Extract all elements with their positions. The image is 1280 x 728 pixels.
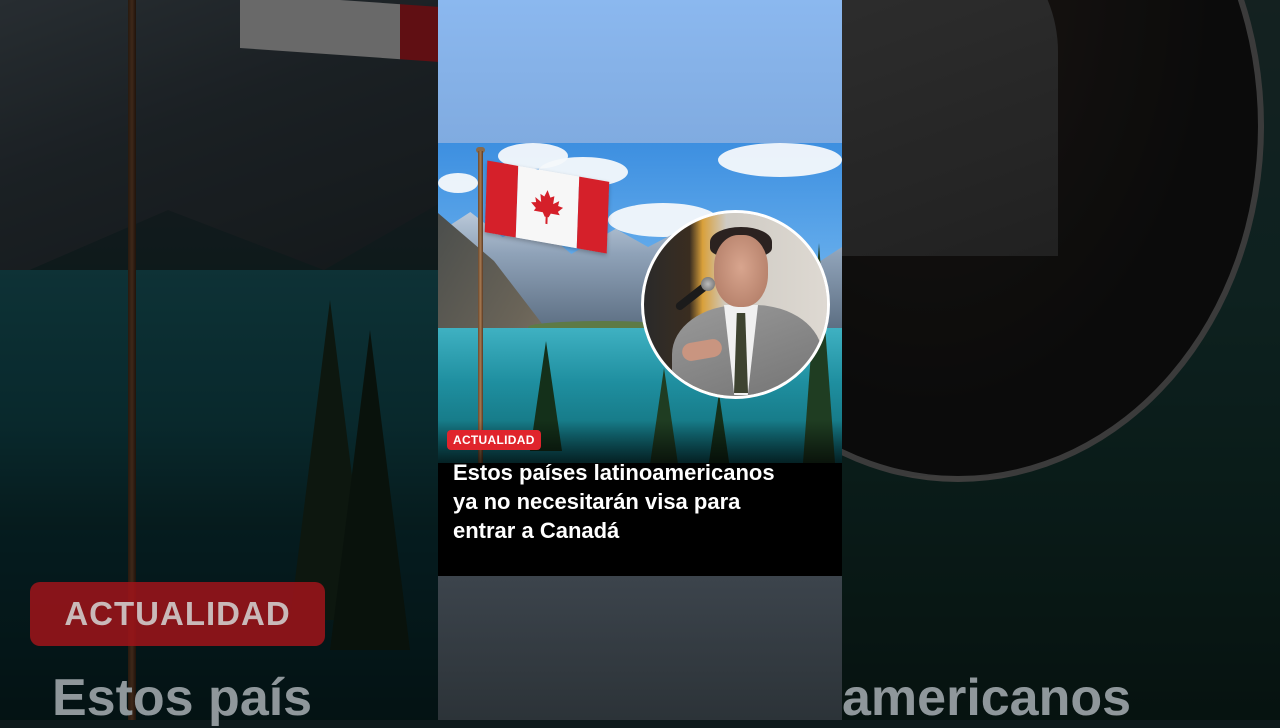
headline-line: Estos países latinoamericanos — [453, 460, 775, 485]
headline-line: entrar a Canadá — [453, 518, 620, 543]
blurred-background-left: ACTUALIDAD — [0, 0, 438, 720]
video-headline: Estos países latinoamericanos ya no nece… — [453, 458, 837, 545]
bottom-blank-area — [438, 576, 842, 720]
flag-red-band — [484, 160, 518, 238]
flag-white-band — [515, 165, 579, 249]
video-frame[interactable]: ACTUALIDAD Estos países latinoamericanos… — [438, 0, 842, 720]
flag-red-band — [576, 176, 610, 254]
flag-pole — [478, 151, 483, 463]
portrait-head — [714, 235, 768, 307]
speaker-portrait — [641, 210, 830, 399]
background-dim-overlay — [842, 0, 1280, 720]
background-headline-left: Estos país — [52, 669, 313, 727]
top-sky-strip — [438, 0, 842, 143]
headline-line: ya no necesitarán visa para — [453, 489, 741, 514]
background-headline-right: americanos — [842, 669, 1132, 727]
microphone-head — [701, 277, 715, 291]
maple-leaf-icon — [531, 190, 564, 225]
background-category-badge: ACTUALIDAD — [30, 582, 325, 646]
blurred-background-right — [842, 0, 1280, 720]
cloud — [718, 143, 842, 177]
cloud — [438, 173, 478, 193]
category-badge: ACTUALIDAD — [447, 430, 541, 450]
